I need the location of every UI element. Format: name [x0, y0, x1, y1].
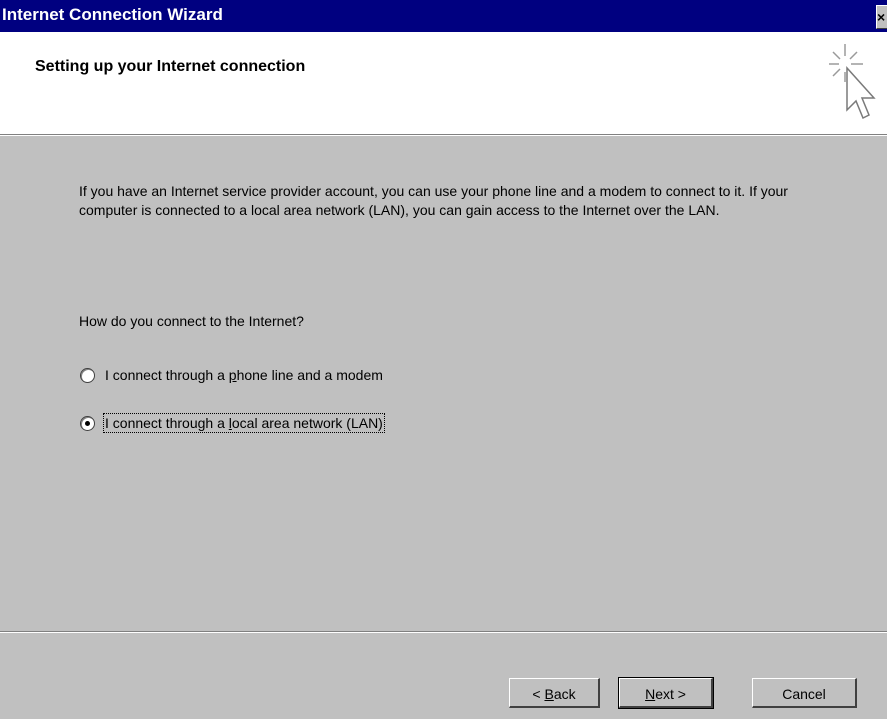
- intro-text: If you have an Internet service provider…: [79, 183, 788, 218]
- page-title: Setting up your Internet connection: [35, 58, 306, 75]
- question-label: How do you connect to the Internet?: [79, 313, 304, 329]
- wizard-cursor-sparkle-icon: [829, 44, 876, 120]
- wizard-window: Internet Connection Wizard × Setting up …: [0, 0, 887, 719]
- option-lan-label[interactable]: I connect through a local area network (…: [103, 413, 385, 433]
- radio-phone-modem[interactable]: [80, 367, 95, 383]
- next-button[interactable]: Next >: [618, 677, 714, 709]
- radio-lan[interactable]: [80, 415, 95, 431]
- option-phone-modem-label[interactable]: I connect through a phone line and a mod…: [105, 367, 383, 383]
- footer-divider-highlight: [0, 632, 887, 633]
- option-phone-modem[interactable]: I connect through a phone line and a mod…: [80, 365, 383, 385]
- window-title: Internet Connection Wizard: [2, 5, 223, 24]
- title-bar[interactable]: Internet Connection Wizard ×: [0, 0, 887, 32]
- wizard-header: Setting up your Internet connection: [0, 32, 887, 134]
- back-button[interactable]: < Back: [509, 678, 600, 708]
- close-button[interactable]: ×: [876, 5, 887, 29]
- cancel-button[interactable]: Cancel: [752, 678, 857, 708]
- option-lan[interactable]: I connect through a local area network (…: [80, 413, 385, 433]
